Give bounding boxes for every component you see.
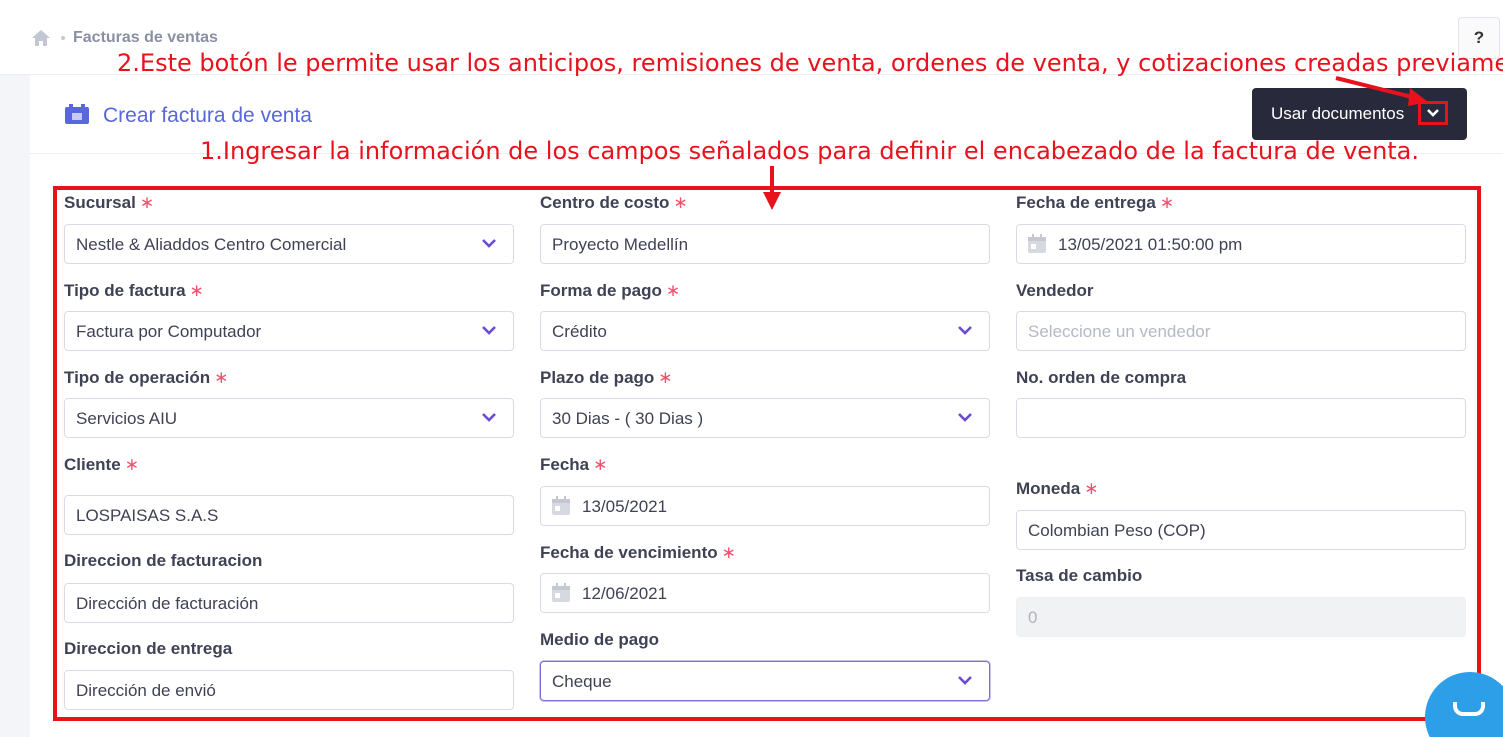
input-direccion-entrega[interactable]: Dirección de envió (64, 670, 514, 710)
date-fecha[interactable]: 13/05/2021 (540, 486, 990, 526)
required-icon: ∗ (1084, 479, 1099, 498)
date-fecha-vencimiento[interactable]: 12/06/2021 (540, 573, 990, 613)
date-fecha-value: 13/05/2021 (582, 497, 668, 516)
input-centro-costo-value: Proyecto Medellín (552, 235, 689, 254)
label-plazo-pago: Plazo de pago ∗ (540, 368, 673, 387)
input-direccion-facturacion[interactable]: Dirección de facturación (64, 583, 514, 623)
breadcrumb-separator (61, 36, 65, 40)
label-centro-costo: Centro de costo ∗ (540, 193, 688, 212)
input-cliente[interactable]: LOSPAISAS S.A.S (64, 495, 514, 535)
chevron-down-icon (958, 413, 972, 422)
date-fecha-vencimiento-value: 12/06/2021 (582, 584, 668, 603)
label-fecha: Fecha ∗ (540, 455, 608, 474)
label-medio-pago: Medio de pago (540, 630, 659, 649)
annotation-step-2: 2.Este botón le permite usar los anticip… (117, 49, 1503, 77)
calendar-icon (552, 496, 570, 515)
label-direccion-entrega: Direccion de entrega (64, 639, 233, 658)
required-icon: ∗ (214, 368, 229, 387)
input-centro-costo[interactable]: Proyecto Medellín (540, 224, 990, 264)
select-vendedor-placeholder: Seleccione un vendedor (1028, 322, 1211, 341)
date-fecha-entrega-value: 13/05/2021 01:50:00 pm (1058, 235, 1243, 254)
annotation-step-1: 1.Ingresar la información de los campos … (200, 137, 1420, 165)
chevron-down-icon (482, 239, 496, 248)
required-icon: ∗ (1159, 193, 1175, 212)
input-tasa-cambio: 0 (1016, 597, 1466, 637)
help-icon: ? (1473, 28, 1485, 47)
select-vendedor[interactable]: Seleccione un vendedor (1016, 311, 1466, 351)
label-forma-pago: Forma de pago ∗ (540, 281, 681, 300)
required-icon: ∗ (593, 455, 608, 474)
label-orden-compra: No. orden de compra (1016, 368, 1187, 387)
chevron-down-icon (958, 326, 972, 335)
chevron-down-icon (482, 413, 496, 422)
chat-icon (1453, 702, 1485, 716)
select-medio-pago-value: Cheque (552, 672, 612, 691)
date-fecha-entrega[interactable]: 13/05/2021 01:50:00 pm (1016, 224, 1466, 264)
home-icon[interactable] (31, 29, 51, 47)
select-medio-pago[interactable]: Cheque (540, 661, 990, 701)
label-fecha-entrega: Fecha de entrega ∗ (1016, 193, 1175, 212)
label-direccion-facturacion: Direccion de facturacion (64, 551, 263, 570)
input-direccion-facturacion-value: Dirección de facturación (76, 594, 259, 613)
chevron-down-icon (482, 326, 496, 335)
select-sucursal[interactable]: Nestle & Aliaddos Centro Comercial (64, 224, 514, 264)
invoice-icon (65, 104, 89, 124)
select-moneda[interactable]: Colombian Peso (COP) (1016, 510, 1466, 550)
label-vendedor: Vendedor (1016, 281, 1094, 300)
label-tasa-cambio: Tasa de cambio (1016, 566, 1143, 585)
input-tasa-cambio-value: 0 (1028, 608, 1038, 627)
select-plazo-pago-value: 30 Dias - ( 30 Dias ) (552, 409, 704, 428)
required-icon: ∗ (124, 455, 139, 474)
breadcrumb-current[interactable]: Facturas de ventas (73, 29, 218, 47)
chevron-down-icon (958, 676, 972, 685)
required-icon: ∗ (665, 281, 681, 300)
select-moneda-value: Colombian Peso (COP) (1028, 521, 1206, 540)
select-tipo-factura-value: Factura por Computador (76, 322, 262, 341)
required-icon: ∗ (189, 281, 204, 300)
annotation-arrow-2 (1335, 76, 1428, 106)
required-icon: ∗ (721, 543, 736, 562)
label-cliente: Cliente ∗ (64, 455, 139, 474)
select-sucursal-value: Nestle & Aliaddos Centro Comercial (76, 235, 347, 254)
required-icon: ∗ (658, 368, 673, 387)
select-forma-pago[interactable]: Crédito (540, 311, 990, 351)
required-icon: ∗ (673, 193, 688, 212)
label-sucursal: Sucursal ∗ (64, 193, 155, 212)
required-icon: ∗ (139, 193, 155, 212)
input-cliente-value: LOSPAISAS S.A.S (76, 506, 219, 525)
label-moneda: Moneda ∗ (1016, 479, 1099, 498)
input-direccion-entrega-value: Dirección de envió (76, 681, 216, 700)
label-fecha-vencimiento: Fecha de vencimiento ∗ (540, 543, 736, 562)
label-tipo-factura: Tipo de factura ∗ (64, 281, 204, 300)
page-title: Crear factura de venta (103, 104, 312, 127)
select-forma-pago-value: Crédito (552, 322, 607, 341)
select-plazo-pago[interactable]: 30 Dias - ( 30 Dias ) (540, 398, 990, 438)
label-tipo-operacion: Tipo de operación ∗ (64, 368, 229, 387)
select-tipo-factura[interactable]: Factura por Computador (64, 311, 514, 351)
select-tipo-operacion[interactable]: Servicios AIU (64, 398, 514, 438)
calendar-icon (1028, 234, 1046, 253)
select-tipo-operacion-value: Servicios AIU (76, 409, 178, 428)
input-orden-compra[interactable] (1016, 398, 1466, 438)
calendar-icon (552, 583, 570, 602)
annotation-arrow-1 (763, 166, 781, 210)
